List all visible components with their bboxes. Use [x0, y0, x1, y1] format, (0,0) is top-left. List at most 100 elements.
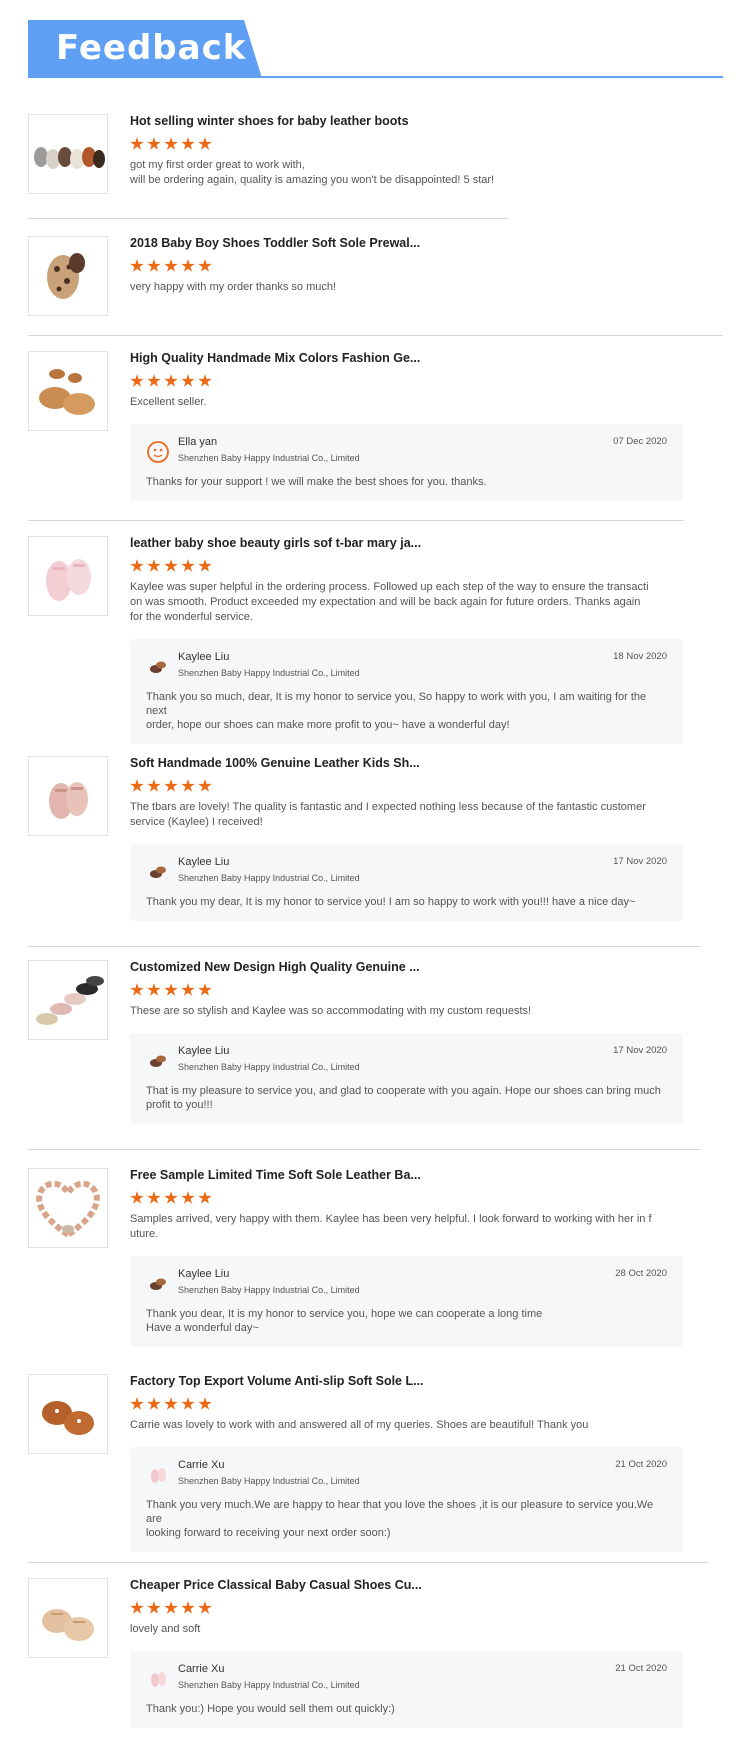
review-comment: Carrie was lovely to work with and answe… — [130, 1419, 589, 1431]
divider — [28, 1562, 708, 1563]
product-thumbnail[interactable] — [28, 351, 108, 431]
product-title[interactable]: Cheaper Price Classical Baby Casual Shoe… — [130, 1578, 690, 1594]
product-thumbnail[interactable] — [28, 536, 108, 616]
star-rating — [130, 374, 690, 390]
star-icon — [164, 1601, 178, 1614]
product-thumbnail[interactable] — [28, 1374, 108, 1454]
star-rating — [130, 137, 690, 153]
reply-company: Shenzhen Baby Happy Industrial Co., Limi… — [178, 873, 360, 883]
review-comment: The tbars are lovely! The quality is fan… — [130, 801, 646, 828]
star-rating — [130, 779, 690, 795]
divider — [28, 218, 508, 219]
reply-company: Shenzhen Baby Happy Industrial Co., Limi… — [178, 668, 360, 678]
star-rating — [130, 1191, 690, 1207]
star-icon — [181, 374, 195, 387]
star-icon — [181, 259, 195, 272]
review-comment: These are so stylish and Kaylee was so a… — [130, 1005, 532, 1017]
star-icon — [198, 1397, 212, 1410]
cartoon-face-avatar-icon — [146, 440, 170, 464]
pink-t-bar-shoe-icon — [46, 559, 91, 601]
reply-text: Thank you very much.We are happy to hear… — [146, 1499, 654, 1539]
star-icon — [147, 779, 161, 792]
product-title[interactable]: Hot selling winter shoes for baby leathe… — [130, 114, 690, 130]
blush-t-bar-shoe-icon — [49, 782, 88, 819]
star-icon — [147, 374, 161, 387]
product-title[interactable]: Free Sample Limited Time Soft Sole Leath… — [130, 1168, 690, 1184]
star-icon — [164, 374, 178, 387]
star-icon — [181, 559, 195, 572]
star-icon — [164, 1397, 178, 1410]
star-icon — [147, 1601, 161, 1614]
product-thumbnail[interactable] — [28, 236, 108, 316]
star-icon — [130, 779, 144, 792]
reply-date: 21 Oct 2020 — [615, 1663, 667, 1674]
product-title[interactable]: Soft Handmade 100% Genuine Leather Kids … — [130, 756, 690, 772]
reply-date: 28 Oct 2020 — [615, 1268, 667, 1279]
reply-company: Shenzhen Baby Happy Industrial Co., Limi… — [178, 1476, 360, 1486]
star-icon — [130, 137, 144, 150]
shoe-avatar-icon — [146, 1049, 170, 1073]
reply-company: Shenzhen Baby Happy Industrial Co., Limi… — [178, 1680, 360, 1690]
star-icon — [181, 779, 195, 792]
shoe-avatar-icon — [146, 655, 170, 679]
reply-text: Thank you so much, dear, It is my honor … — [146, 691, 647, 731]
product-title[interactable]: Factory Top Export Volume Anti-slip Soft… — [130, 1374, 690, 1390]
reply-author: Ella yan — [178, 436, 218, 448]
star-icon — [130, 259, 144, 272]
star-icon — [147, 559, 161, 572]
star-rating — [130, 559, 690, 575]
star-icon — [181, 1397, 195, 1410]
product-title[interactable]: High Quality Handmade Mix Colors Fashion… — [130, 351, 690, 367]
product-title[interactable]: leather baby shoe beauty girls sof t-bar… — [130, 536, 690, 552]
product-thumbnail[interactable] — [28, 756, 108, 836]
star-icon — [164, 137, 178, 150]
review-comment: very happy with my order thanks so much! — [130, 281, 337, 293]
star-icon — [130, 983, 144, 996]
star-icon — [181, 1601, 195, 1614]
tan-mary-jane-icon — [39, 369, 95, 415]
star-rating — [130, 983, 690, 999]
shoe-collection-icon — [36, 976, 104, 1025]
star-icon — [164, 779, 178, 792]
star-icon — [147, 1191, 161, 1204]
reply-text: Thank you dear, It is my honor to servic… — [146, 1308, 543, 1334]
star-icon — [198, 983, 212, 996]
star-icon — [147, 1397, 161, 1410]
shoe-avatar-icon — [146, 860, 170, 884]
seller-reply: Kaylee Liu Shenzhen Baby Happy Industria… — [130, 1256, 683, 1347]
divider — [28, 1149, 701, 1150]
seller-reply: Carrie Xu Shenzhen Baby Happy Industrial… — [130, 1447, 683, 1552]
seller-reply: Ella yan Shenzhen Baby Happy Industrial … — [130, 424, 683, 501]
reply-text: Thank you:) Hope you would sell them out… — [146, 1703, 395, 1715]
reply-date: 21 Oct 2020 — [615, 1459, 667, 1470]
review-comment: Excellent seller. — [130, 396, 207, 408]
reply-date: 07 Dec 2020 — [613, 436, 667, 447]
star-rating — [130, 1397, 690, 1413]
baby-boots-row-icon — [34, 147, 105, 169]
leopard-baby-shoe-icon — [47, 253, 85, 299]
product-thumbnail[interactable] — [28, 114, 108, 194]
product-thumbnail[interactable] — [28, 1168, 108, 1248]
product-title[interactable]: 2018 Baby Boy Shoes Toddler Soft Sole Pr… — [130, 236, 690, 252]
reply-text: That is my pleasure to service you, and … — [146, 1085, 661, 1111]
star-icon — [198, 779, 212, 792]
star-icon — [130, 1191, 144, 1204]
star-icon — [164, 983, 178, 996]
product-title[interactable]: Customized New Design High Quality Genui… — [130, 960, 690, 976]
star-rating — [130, 259, 690, 275]
product-thumbnail[interactable] — [28, 1578, 108, 1658]
reply-author: Carrie Xu — [178, 1459, 225, 1471]
reply-author: Carrie Xu — [178, 1663, 225, 1675]
seller-reply: Kaylee Liu Shenzhen Baby Happy Industria… — [130, 1033, 683, 1124]
star-icon — [147, 983, 161, 996]
shoe-avatar-icon — [146, 1272, 170, 1296]
seller-reply: Kaylee Liu Shenzhen Baby Happy Industria… — [130, 844, 683, 921]
reply-author: Kaylee Liu — [178, 1268, 230, 1280]
review-comment: Kaylee was super helpful in the ordering… — [130, 581, 649, 623]
star-icon — [164, 559, 178, 572]
feedback-header: Feedback — [28, 20, 723, 78]
product-thumbnail[interactable] — [28, 960, 108, 1040]
reply-text: Thank you my dear, It is my honor to ser… — [146, 896, 636, 908]
review-comment: Samples arrived, very happy with them. K… — [130, 1213, 652, 1240]
reply-author: Kaylee Liu — [178, 856, 230, 868]
